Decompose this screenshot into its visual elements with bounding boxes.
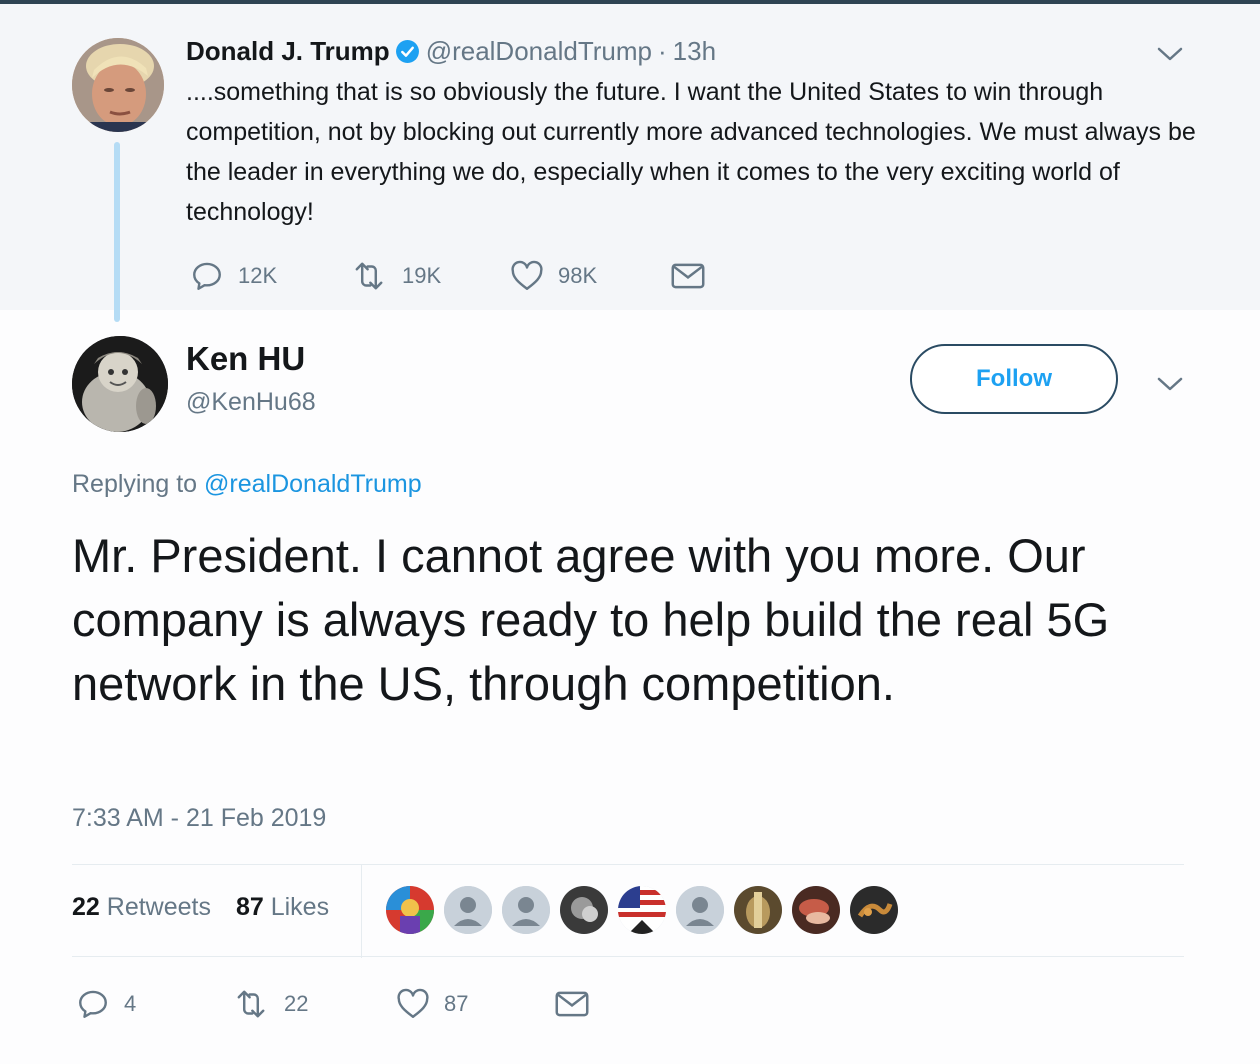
retweet-button[interactable]: 22 [232,987,396,1021]
reply-count: 4 [124,991,137,1016]
thread-connector [114,142,120,322]
heart-icon [397,988,429,1018]
divider [72,956,1184,957]
separator-dot: · [657,36,667,66]
author-handle[interactable]: @realDonaldTrump [426,36,652,67]
chevron-down-icon[interactable] [1156,44,1184,64]
replying-to: Replying to @realDonaldTrump [72,470,422,499]
author-name[interactable]: Donald J. Trump [186,36,390,67]
reply-button[interactable]: 12K [190,259,350,293]
liker-avatar[interactable] [502,886,550,934]
liker-avatar[interactable] [560,886,608,934]
replying-to-link[interactable]: @realDonaldTrump [204,470,422,498]
likes-stat-label: Likes [270,893,330,921]
like-button[interactable]: 87 [396,988,554,1020]
author-handle[interactable]: @KenHu68 [186,388,316,417]
verified-badge-icon [395,39,420,64]
likes-stat-count: 87 [235,893,264,921]
parent-tweet-text: ....something that is so obviously the f… [186,78,1196,226]
liker-avatar[interactable] [734,886,782,934]
chevron-down-icon[interactable] [1156,374,1184,394]
avatar[interactable] [72,336,168,432]
liker-avatar[interactable] [676,886,724,934]
likes-stat[interactable]: 87 Likes [236,893,329,921]
message-button[interactable] [670,260,706,292]
retweets-stat-label: Retweets [106,893,211,921]
divider [72,864,1184,865]
envelope-icon [555,991,589,1017]
reply-count: 12K [238,263,278,288]
replying-prefix: Replying to [72,470,198,498]
liker-avatars [386,886,908,934]
parent-tweet-header: Donald J. Trump @realDonaldTrump · 13h [186,36,716,67]
reply-icon [193,262,221,290]
reply-icon [79,990,107,1018]
like-count: 98K [558,263,598,288]
retweet-button[interactable]: 19K [350,259,510,293]
liker-avatar[interactable] [444,886,492,934]
retweets-stat[interactable]: 22 Retweets [72,893,211,921]
parent-tweet-actions: 12K 19K 98K [190,256,706,296]
like-button[interactable]: 98K [510,260,670,292]
follow-button[interactable]: Follow [910,344,1118,414]
liker-avatar[interactable] [386,886,434,934]
retweets-stat-count: 22 [72,893,100,921]
liker-avatar[interactable] [850,886,898,934]
retweet-count: 22 [284,991,309,1016]
tweet-stats: 22 Retweets 87 Likes [72,893,329,922]
liker-avatar[interactable] [792,886,840,934]
tweet-time[interactable]: 13h [673,36,716,67]
reply-button[interactable]: 4 [76,987,232,1021]
message-button[interactable] [554,988,590,1020]
retweet-icon [237,990,265,1018]
author-name[interactable]: Ken HU [186,340,305,378]
liker-avatar[interactable] [618,886,666,934]
like-count: 87 [444,991,469,1016]
envelope-icon [671,263,705,289]
reply-tweet-text: Mr. President. I cannot agree with you m… [72,529,1110,710]
tweet-timestamp[interactable]: 7:33 AM - 21 Feb 2019 [72,804,326,833]
stats-divider [361,864,362,958]
reply-tweet-actions: 4 22 87 [76,984,590,1024]
retweet-icon [355,262,383,290]
heart-icon [511,260,543,290]
retweet-count: 19K [402,263,442,288]
avatar[interactable] [72,38,164,132]
